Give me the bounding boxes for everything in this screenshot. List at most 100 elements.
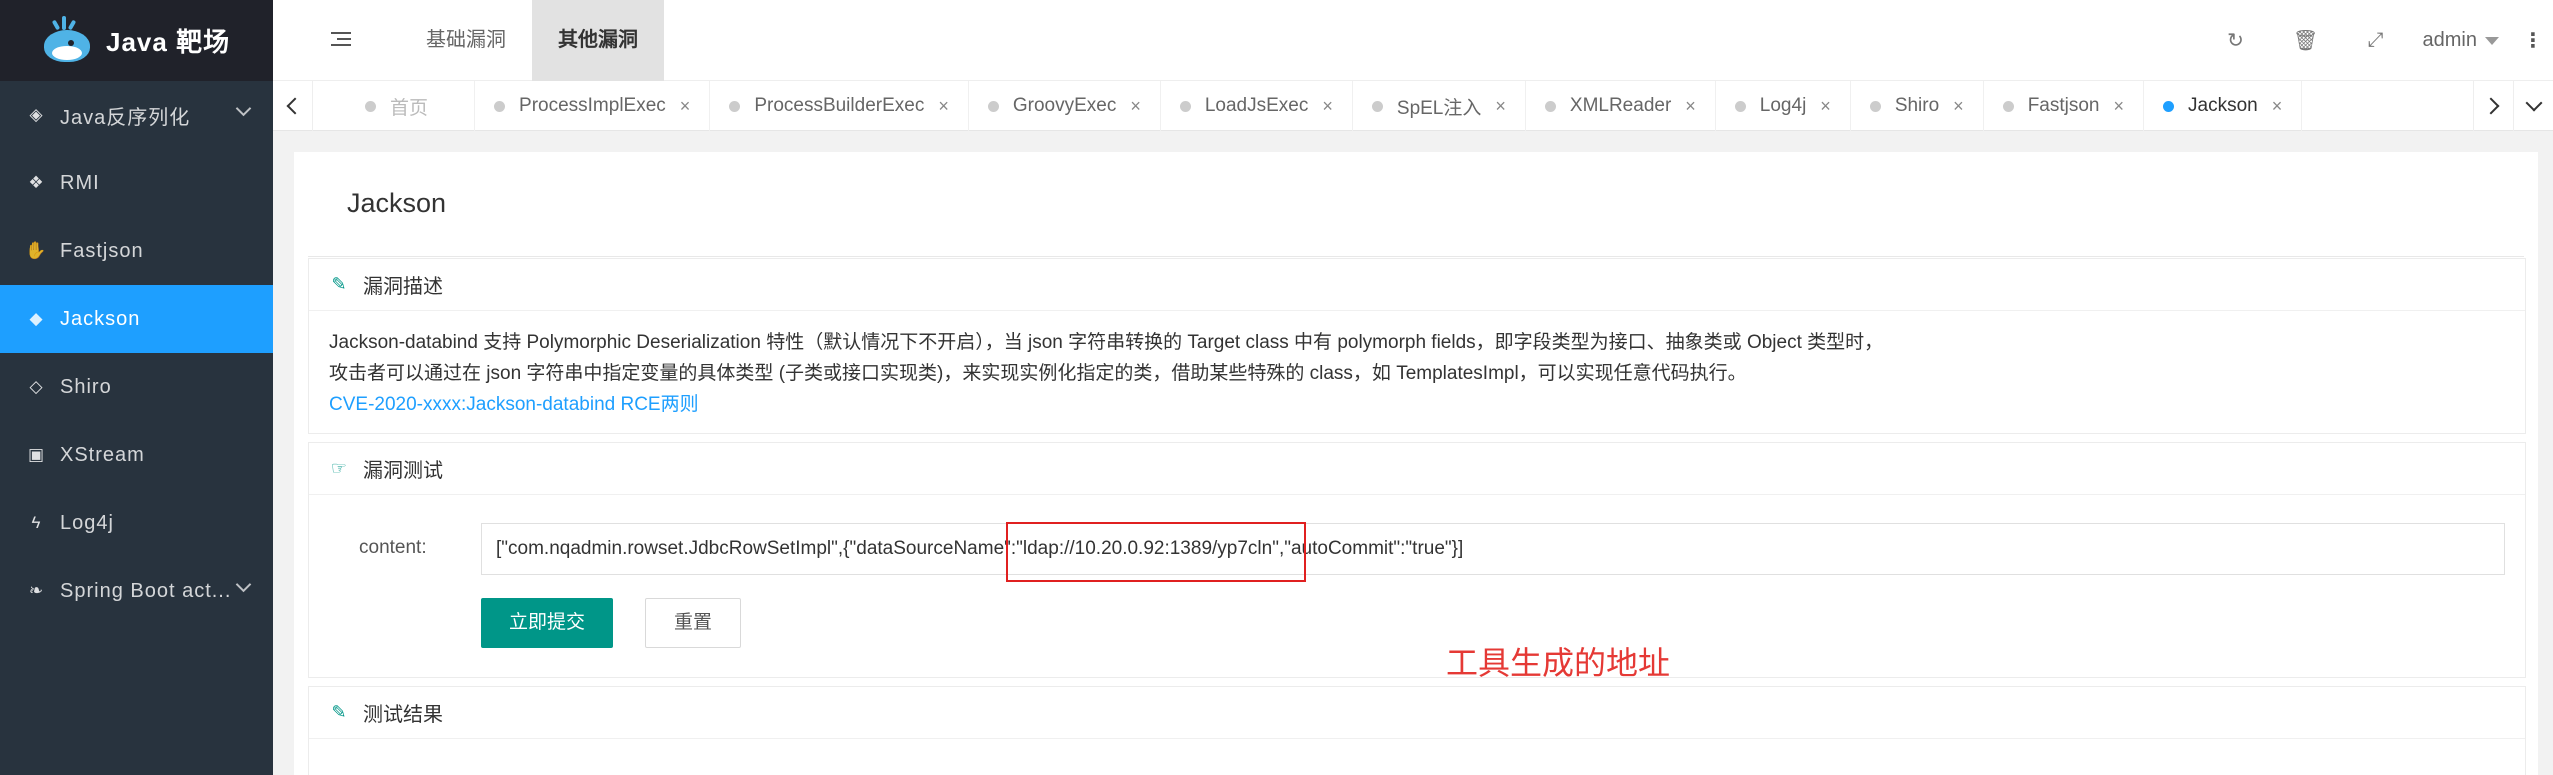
tab-processimplexec[interactable]: ProcessImplExec ×: [475, 81, 711, 131]
tab-label: SpEL注入: [1396, 97, 1482, 119]
sidebar-item-java[interactable]: ◈ Java反序列化: [0, 81, 273, 149]
tab-label: ProcessImplExec: [519, 95, 666, 116]
eyedropper-icon: ✎: [331, 702, 347, 722]
diamond-icon: ◇: [29, 377, 43, 396]
sidebar-item-label: Fastjson: [60, 239, 144, 262]
description-text: Jackson-databind 支持 Polymorphic Deserial…: [309, 311, 2525, 436]
close-icon[interactable]: ×: [938, 96, 949, 117]
sidebar-item-rmi[interactable]: ❖ RMI: [0, 149, 273, 217]
tab-label: XMLReader: [1569, 95, 1672, 116]
pointing-hand-icon: ☞: [330, 458, 348, 478]
tab-status-dot: [987, 100, 999, 112]
chevron-down-icon: [2525, 94, 2542, 112]
user-menu[interactable]: admin: [2423, 29, 2499, 52]
chevron-down-icon: [235, 100, 252, 117]
highlight-box: [1006, 522, 1306, 582]
tab-status-dot: [2002, 100, 2014, 112]
sidebar-item-label: RMI: [60, 171, 100, 194]
tabs-bar: 首页 ProcessImplExec × ProcessBuilderExec × Gro…: [273, 81, 2553, 131]
fullscreen-icon[interactable]: ⤢: [2341, 29, 2411, 52]
tab-label: 首页: [390, 97, 429, 119]
tab-processbuilderexec[interactable]: ProcessBuilderExec ×: [710, 81, 969, 131]
tab-label: GroovyExec: [1012, 95, 1117, 116]
tabs-scroll-right-button[interactable]: [2473, 81, 2513, 131]
close-icon[interactable]: ×: [1685, 96, 1696, 117]
chevron-right-icon: [2482, 97, 2500, 115]
close-icon[interactable]: ×: [2114, 96, 2125, 117]
header-tools: ↻ 🗑 ⤢ admin ⋮: [2201, 0, 2553, 81]
tab-label: Jackson: [2188, 95, 2258, 116]
sidebar-item-label: Shiro: [60, 375, 112, 398]
sidebar-item-fastjson[interactable]: ✋ Fastjson: [0, 217, 273, 285]
close-icon[interactable]: ×: [1495, 96, 1506, 117]
tab-status-dot: [729, 100, 741, 112]
description-card-title: 漏洞描述: [363, 276, 443, 298]
tab-xmlreader[interactable]: XMLReader ×: [1526, 81, 1716, 131]
close-icon[interactable]: ×: [1130, 96, 1141, 117]
close-icon[interactable]: ×: [1953, 96, 1964, 117]
content-form-row: content: ["com.nqadmin.rowset.JdbcRowSet…: [309, 523, 2525, 575]
refresh-icon[interactable]: ↻: [2201, 28, 2271, 53]
contact-book-icon: ▣: [27, 445, 45, 464]
cube-icon: ◈: [29, 105, 43, 124]
sidebar: Java 靶场 ◈ Java反序列化 ❖ RMI ✋ Fastjson ◆ Jackson ◇ S…: [0, 0, 273, 775]
close-icon[interactable]: ×: [680, 96, 691, 117]
reset-button[interactable]: 重置: [645, 598, 742, 648]
more-vertical-icon[interactable]: ⋮: [2513, 28, 2553, 53]
cve-link[interactable]: CVE-2020-xxxx:Jackson-databind RCE两则: [329, 389, 2505, 420]
app-title: Java 靶场: [106, 27, 231, 57]
page-title: Jackson: [343, 188, 451, 219]
bolt-icon: ϟ: [31, 513, 41, 532]
trash-icon[interactable]: 🗑: [2271, 28, 2341, 53]
tab-spel-[interactable]: SpEL注入 ×: [1353, 81, 1526, 131]
leaf-icon: ❧: [28, 581, 44, 600]
description-line: Jackson-databind 支持 Polymorphic Deserial…: [329, 332, 1884, 353]
tab-groovyexec[interactable]: GroovyExec ×: [969, 81, 1161, 131]
annotation-text: 工具生成的地址: [1446, 645, 1671, 681]
tab-status-dot: [1179, 100, 1191, 112]
nav-other-vulns[interactable]: 其他漏洞: [532, 0, 664, 81]
sidebar-item-label: Spring Boot act...: [60, 579, 232, 602]
test-card-title: 漏洞测试: [363, 460, 443, 482]
tab-shiro[interactable]: Shiro ×: [1851, 81, 1984, 131]
sidebar-item-label: Log4j: [60, 511, 114, 534]
eyedropper-icon: ✎: [331, 274, 347, 294]
tabs-scroll-left-button[interactable]: [273, 81, 313, 131]
sidebar-item-spring-boot-act[interactable]: ❧ Spring Boot act...: [0, 557, 273, 625]
tab-loadjsexec[interactable]: LoadJsExec ×: [1161, 81, 1353, 131]
tab-home[interactable]: 首页: [313, 81, 476, 131]
close-icon[interactable]: ×: [1322, 96, 1333, 117]
hand-icon: ✋: [25, 241, 47, 260]
sidebar-item-xstream[interactable]: ▣ XStream: [0, 421, 273, 489]
tab-label: Shiro: [1894, 95, 1940, 116]
test-card: ☞ 漏洞测试 content: ["com.nqadmin.rowset.Jdb…: [308, 442, 2526, 678]
menu-toggle-icon[interactable]: [331, 32, 351, 48]
chevron-down-icon: [235, 576, 252, 593]
top-header: 基础漏洞 其他漏洞 ↻ 🗑 ⤢ admin ⋮: [273, 0, 2553, 81]
result-card-header: ✎ 测试结果: [309, 687, 2525, 739]
chevron-left-icon: [286, 97, 304, 115]
content-input[interactable]: ["com.nqadmin.rowset.JdbcRowSetImpl",{"d…: [481, 523, 2505, 575]
nav-basic-vulns[interactable]: 基础漏洞: [400, 0, 532, 81]
sidebar-item-log4j[interactable]: ϟ Log4j: [0, 489, 273, 557]
logo[interactable]: Java 靶场: [0, 0, 273, 81]
tab-fastjson[interactable]: Fastjson ×: [1984, 81, 2145, 131]
submit-button[interactable]: 立即提交: [481, 598, 614, 648]
close-icon[interactable]: ×: [1820, 96, 1831, 117]
tabs-menu-button[interactable]: [2513, 81, 2553, 131]
tab-status-dot: [1544, 100, 1556, 112]
tab-status-dot: [365, 100, 376, 112]
test-card-header: ☞ 漏洞测试: [309, 443, 2525, 495]
tab-status-dot: [494, 100, 506, 112]
result-card-title: 测试结果: [363, 704, 443, 726]
tab-jackson[interactable]: Jackson ×: [2144, 81, 2303, 131]
sidebar-item-shiro[interactable]: ◇ Shiro: [0, 353, 273, 421]
caret-down-icon: [2485, 36, 2499, 45]
close-icon[interactable]: ×: [2272, 96, 2283, 117]
sidebar-menu: ◈ Java反序列化 ❖ RMI ✋ Fastjson ◆ Jackson ◇ Shiro ▣ XSt…: [0, 81, 273, 625]
paw-icon: ❖: [28, 173, 44, 192]
description-line: 攻击者可以通过在 json 字符串中指定变量的具体类型 (子类或接口实现类)，来…: [329, 363, 1747, 384]
tab-label: Fastjson: [2027, 95, 2100, 116]
sidebar-item-jackson[interactable]: ◆ Jackson: [0, 285, 273, 353]
tab-log4j[interactable]: Log4j ×: [1716, 81, 1851, 131]
